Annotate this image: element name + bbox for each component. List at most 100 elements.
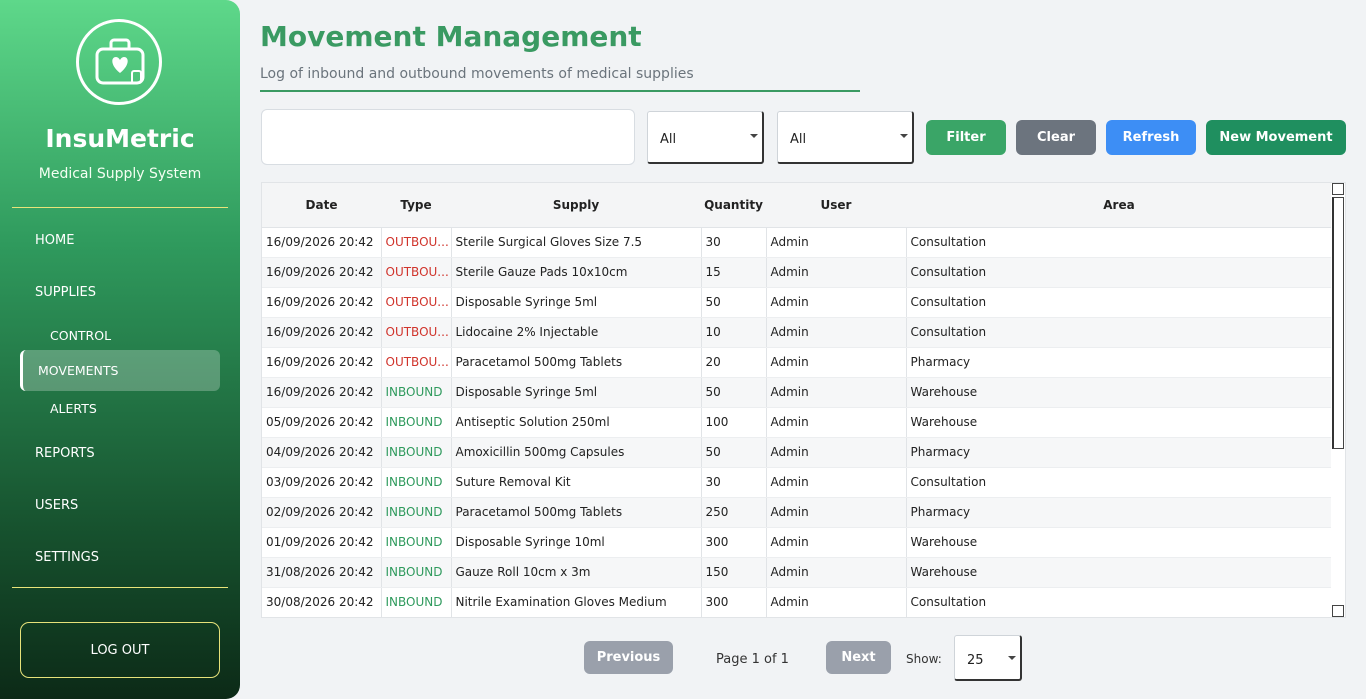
column-header-date[interactable]: Date bbox=[262, 183, 381, 228]
cell-area: Consultation bbox=[906, 257, 1333, 288]
table-row[interactable]: 03/09/2026 20:42 INBOUND Suture Removal Ki… bbox=[262, 467, 1333, 498]
sidebar-item-home[interactable]: HOME bbox=[35, 233, 74, 248]
title-underline bbox=[260, 90, 860, 92]
cell-date: 31/08/2026 20:42 bbox=[262, 557, 382, 588]
cell-area: Pharmacy bbox=[906, 437, 1333, 468]
page-size-select[interactable]: 25 bbox=[954, 635, 1022, 681]
cell-quantity: 250 bbox=[701, 497, 767, 528]
scroll-down-icon[interactable] bbox=[1332, 605, 1344, 617]
column-header-user[interactable]: User bbox=[766, 183, 906, 228]
table-row[interactable]: 30/08/2026 20:42 INBOUND Nitrile Examinati… bbox=[262, 587, 1333, 617]
type-select[interactable]: All bbox=[647, 111, 764, 164]
previous-button[interactable]: Previous bbox=[584, 641, 673, 674]
cell-user: Admin bbox=[766, 407, 907, 438]
cell-user: Admin bbox=[766, 437, 907, 468]
table-row[interactable]: 31/08/2026 20:42 INBOUND Gauze Roll 10cm x… bbox=[262, 557, 1333, 588]
cell-area: Consultation bbox=[906, 227, 1333, 258]
cell-user: Admin bbox=[766, 587, 907, 617]
chevron-down-icon bbox=[1008, 656, 1016, 660]
column-header-area[interactable]: Area bbox=[906, 183, 1332, 228]
cell-type: INBOUND bbox=[381, 437, 452, 468]
table-row[interactable]: 16/09/2026 20:42 OUTBOU... Lidocaine 2% In… bbox=[262, 317, 1333, 348]
cell-supply: Sterile Gauze Pads 10x10cm bbox=[451, 257, 702, 288]
cell-date: 16/09/2026 20:42 bbox=[262, 287, 382, 318]
cell-area: Pharmacy bbox=[906, 497, 1333, 528]
cell-date: 05/09/2026 20:42 bbox=[262, 407, 382, 438]
table-row[interactable]: 04/09/2026 20:42 INBOUND Amoxicillin 500mg… bbox=[262, 437, 1333, 468]
cell-date: 16/09/2026 20:42 bbox=[262, 347, 382, 378]
show-label: Show: bbox=[906, 652, 942, 666]
cell-user: Admin bbox=[766, 497, 907, 528]
sidebar-item-supplies[interactable]: SUPPLIES bbox=[35, 285, 96, 300]
cell-quantity: 30 bbox=[701, 227, 767, 258]
sidebar-divider bbox=[12, 587, 228, 588]
app-name: InsuMetric bbox=[45, 124, 195, 153]
cell-type: INBOUND bbox=[381, 497, 452, 528]
cell-quantity: 20 bbox=[701, 347, 767, 378]
column-header-supply[interactable]: Supply bbox=[451, 183, 701, 228]
area-select[interactable]: All bbox=[777, 111, 914, 164]
cell-type: OUTBOU... bbox=[381, 257, 452, 288]
cell-quantity: 150 bbox=[701, 557, 767, 588]
cell-area: Consultation bbox=[906, 467, 1333, 498]
logout-button[interactable]: LOG OUT bbox=[20, 622, 220, 678]
cell-date: 04/09/2026 20:42 bbox=[262, 437, 382, 468]
cell-user: Admin bbox=[766, 317, 907, 348]
chevron-down-icon bbox=[900, 134, 908, 138]
table-row[interactable]: 16/09/2026 20:42 OUTBOU... Paracetamol 500… bbox=[262, 347, 1333, 378]
cell-area: Warehouse bbox=[906, 407, 1333, 438]
refresh-button[interactable]: Refresh bbox=[1106, 120, 1196, 155]
cell-user: Admin bbox=[766, 347, 907, 378]
sidebar-item-reports[interactable]: REPORTS bbox=[35, 446, 95, 461]
column-header-type[interactable]: Type bbox=[381, 183, 451, 228]
cell-date: 03/09/2026 20:42 bbox=[262, 467, 382, 498]
table-row[interactable]: 16/09/2026 20:42 INBOUND Disposable Syring… bbox=[262, 377, 1333, 408]
table-row[interactable]: 01/09/2026 20:42 INBOUND Disposable Syring… bbox=[262, 527, 1333, 558]
cell-user: Admin bbox=[766, 527, 907, 558]
cell-quantity: 15 bbox=[701, 257, 767, 288]
next-button[interactable]: Next bbox=[826, 641, 891, 674]
cell-supply: Gauze Roll 10cm x 3m bbox=[451, 557, 702, 588]
cell-quantity: 300 bbox=[701, 527, 767, 558]
cell-quantity: 50 bbox=[701, 377, 767, 408]
cell-type: INBOUND bbox=[381, 407, 452, 438]
sidebar-item-movements[interactable]: MOVEMENTS bbox=[20, 350, 220, 391]
table-row[interactable]: 02/09/2026 20:42 INBOUND Paracetamol 500mg… bbox=[262, 497, 1333, 528]
page-size-value: 25 bbox=[967, 653, 984, 668]
sidebar-divider bbox=[12, 207, 228, 208]
scrollbar-thumb[interactable] bbox=[1332, 197, 1344, 449]
cell-quantity: 300 bbox=[701, 587, 767, 617]
sidebar-item-settings[interactable]: SETTINGS bbox=[35, 550, 99, 565]
page-info: Page 1 of 1 bbox=[716, 652, 789, 667]
table-row[interactable]: 05/09/2026 20:42 INBOUND Antiseptic Soluti… bbox=[262, 407, 1333, 438]
cell-supply: Suture Removal Kit bbox=[451, 467, 702, 498]
type-select-value: All bbox=[660, 132, 677, 147]
sidebar-item-users[interactable]: USERS bbox=[35, 498, 78, 513]
cell-supply: Amoxicillin 500mg Capsules bbox=[451, 437, 702, 468]
page-subtitle: Log of inbound and outbound movements of… bbox=[260, 66, 694, 82]
clear-button[interactable]: Clear bbox=[1016, 120, 1096, 155]
cell-area: Warehouse bbox=[906, 557, 1333, 588]
cell-type: INBOUND bbox=[381, 377, 452, 408]
cell-supply: Nitrile Examination Gloves Medium bbox=[451, 587, 702, 617]
table-row[interactable]: 16/09/2026 20:42 OUTBOU... Sterile Surgica… bbox=[262, 227, 1333, 258]
chevron-down-icon bbox=[750, 134, 758, 138]
cell-quantity: 30 bbox=[701, 467, 767, 498]
cell-user: Admin bbox=[766, 287, 907, 318]
table-row[interactable]: 16/09/2026 20:42 OUTBOU... Sterile Gauze P… bbox=[262, 257, 1333, 288]
table-row[interactable]: 16/09/2026 20:42 OUTBOU... Disposable Syri… bbox=[262, 287, 1333, 318]
sidebar-item-alerts[interactable]: ALERTS bbox=[50, 401, 97, 416]
cell-area: Pharmacy bbox=[906, 347, 1333, 378]
search-input[interactable] bbox=[261, 109, 635, 165]
column-header-quantity[interactable]: Quantity bbox=[701, 183, 766, 228]
cell-supply: Disposable Syringe 5ml bbox=[451, 287, 702, 318]
scroll-up-icon[interactable] bbox=[1332, 183, 1344, 195]
filter-button[interactable]: Filter bbox=[926, 120, 1006, 155]
cell-supply: Antiseptic Solution 250ml bbox=[451, 407, 702, 438]
table-scrollbar[interactable] bbox=[1331, 183, 1345, 617]
cell-supply: Disposable Syringe 10ml bbox=[451, 527, 702, 558]
sidebar-item-control[interactable]: CONTROL bbox=[50, 328, 111, 343]
cell-quantity: 50 bbox=[701, 287, 767, 318]
new-movement-button[interactable]: New Movement bbox=[1206, 120, 1346, 155]
cell-supply: Disposable Syringe 5ml bbox=[451, 377, 702, 408]
